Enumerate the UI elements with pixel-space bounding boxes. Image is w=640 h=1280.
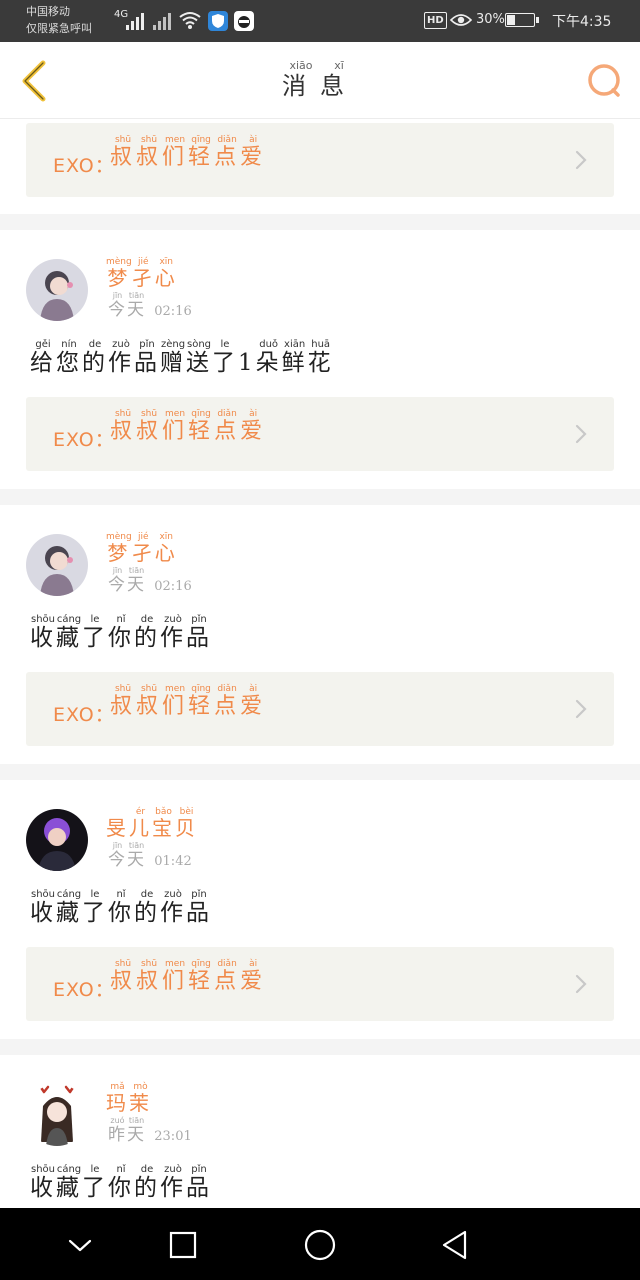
square-icon[interactable] <box>166 1228 200 1262</box>
message-day: 昨zuó天tiān <box>108 1116 146 1145</box>
signal-icon <box>126 12 144 30</box>
sender-name[interactable]: 梦mèng孑jié心xīn <box>106 532 178 566</box>
hd-badge: HD <box>424 12 447 29</box>
battery-percent: 30% <box>476 12 505 27</box>
shield-app-icon <box>208 11 228 31</box>
work-prefix: EXO： <box>53 155 115 177</box>
carrier-name: 中国移动 <box>26 5 70 18</box>
avatar[interactable] <box>26 259 88 321</box>
avatar[interactable] <box>26 1084 88 1146</box>
page-title-text: 消xiāo息xī <box>282 59 358 100</box>
carrier-info: 中国移动 仅限紧急呼叫 <box>26 3 110 37</box>
circle-icon[interactable] <box>303 1228 337 1262</box>
sender-name[interactable]: 旻儿ér宝bǎo贝bèi <box>106 807 198 841</box>
chevron-right-icon <box>575 424 587 444</box>
sender-name[interactable]: 梦mèng孑jié心xīn <box>106 257 178 291</box>
work-prefix: EXO： <box>53 429 115 451</box>
message-day: 今jīn天tiān <box>108 841 146 870</box>
clock: 下午4:35 <box>552 14 612 30</box>
work-title: 叔shū叔shū们men轻qīng点diǎn爱ài <box>110 684 267 719</box>
page-title: 消xiāo息xī <box>260 59 380 101</box>
chevron-left-icon[interactable] <box>16 58 50 104</box>
eye-comfort-icon <box>450 14 472 26</box>
chevron-right-icon <box>575 699 587 719</box>
chevron-right-icon <box>575 150 587 170</box>
message-time: 今jīn天tiān 01:42 <box>108 841 192 870</box>
work-card[interactable]: EXO： 叔shū叔shū们men轻qīng点diǎn爱ài <box>26 947 614 1021</box>
carrier-status: 仅限紧急呼叫 <box>26 22 92 35</box>
work-title: 叔shū叔shū们men轻qīng点diǎn爱ài <box>110 959 267 994</box>
message-clock: 01:42 <box>154 854 192 869</box>
message-day: 今jīn天tiān <box>108 291 146 320</box>
work-prefix: EXO： <box>53 979 115 1001</box>
search-icon[interactable] <box>586 62 624 100</box>
work-title: 叔shū叔shū们men轻qīng点diǎn爱ài <box>110 409 267 444</box>
message-time: 昨zuó天tiān 23:01 <box>108 1116 192 1145</box>
work-title: 叔shū叔shū们men轻qīng点diǎn爱ài <box>110 135 267 170</box>
message-list[interactable]: EXO： 叔shū叔shū们men轻qīng点diǎn爱ài 梦mèng孑jié… <box>0 119 640 1208</box>
status-bar: 中国移动 仅限紧急呼叫 4G HD 30% 下午4:35 <box>0 0 640 42</box>
work-card[interactable]: EXO： 叔shū叔shū们men轻qīng点diǎn爱ài <box>26 123 614 197</box>
chevron-down-icon[interactable] <box>63 1228 97 1262</box>
message-day: 今jīn天tiān <box>108 566 146 595</box>
signal-icon-secondary <box>153 12 171 30</box>
battery-icon <box>505 13 539 27</box>
work-prefix: EXO： <box>53 704 115 726</box>
avatar[interactable] <box>26 534 88 596</box>
system-nav-bar <box>0 1208 640 1280</box>
message-text: 收shōu藏cáng了le你nǐ的de作zuò品pǐn <box>30 1164 212 1201</box>
triangle-back-icon[interactable] <box>438 1228 472 1262</box>
work-card[interactable]: EXO： 叔shū叔shū们men轻qīng点diǎn爱ài <box>26 397 614 471</box>
message-time: 今jīn天tiān 02:16 <box>108 291 192 320</box>
list-separator <box>0 764 640 780</box>
avatar[interactable] <box>26 809 88 871</box>
message-text: 给gěi您nín的de作zuò品pǐn赠zèng送sòng了le1朵duǒ鲜xi… <box>30 339 334 376</box>
work-card[interactable]: EXO： 叔shū叔shū们men轻qīng点diǎn爱ài <box>26 672 614 746</box>
list-separator <box>0 1039 640 1055</box>
message-text: 收shōu藏cáng了le你nǐ的de作zuò品pǐn <box>30 889 212 926</box>
message-time: 今jīn天tiān 02:16 <box>108 566 192 595</box>
message-clock: 02:16 <box>154 579 192 594</box>
game-app-icon <box>234 11 254 31</box>
list-separator <box>0 214 640 230</box>
list-separator <box>0 489 640 505</box>
chevron-right-icon <box>575 974 587 994</box>
sender-name[interactable]: 玛mǎ茉mò <box>106 1082 152 1116</box>
wifi-icon <box>179 12 201 29</box>
message-text: 收shōu藏cáng了le你nǐ的de作zuò品pǐn <box>30 614 212 651</box>
message-clock: 23:01 <box>154 1129 192 1144</box>
message-clock: 02:16 <box>154 304 192 319</box>
top-nav-bar: 消xiāo息xī <box>0 42 640 119</box>
